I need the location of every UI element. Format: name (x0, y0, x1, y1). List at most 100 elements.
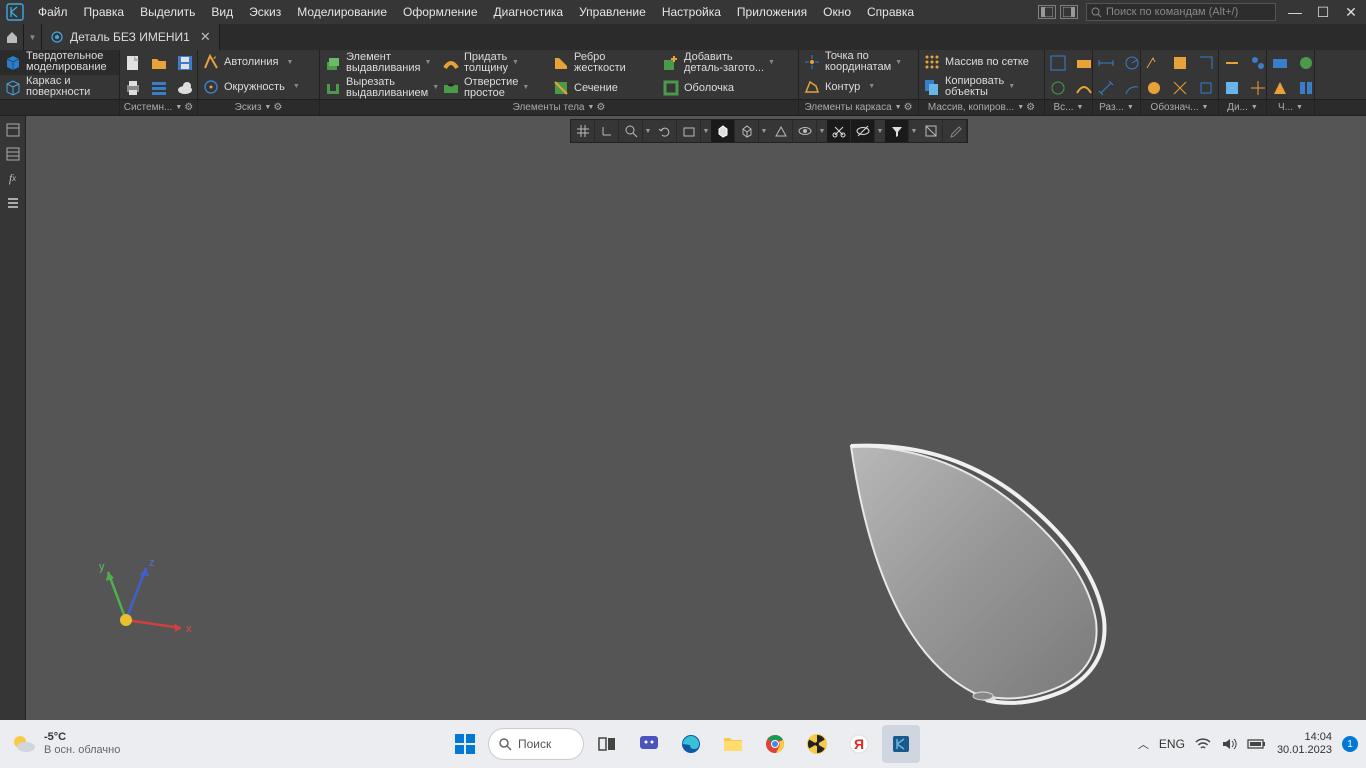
diag-1[interactable] (1219, 50, 1245, 75)
open-button[interactable] (146, 50, 172, 75)
edge-button[interactable] (672, 725, 710, 763)
hole-button[interactable]: Отверстиепростое▼ (438, 75, 548, 100)
print-button[interactable] (120, 75, 146, 100)
menu-design[interactable]: Оформление (395, 0, 485, 24)
ann-5[interactable] (1167, 75, 1193, 100)
misc-2[interactable] (1293, 50, 1319, 75)
menu-modeling[interactable]: Моделирование (289, 0, 395, 24)
yandex-button[interactable]: Я (840, 725, 878, 763)
menu-window[interactable]: Окно (815, 0, 859, 24)
kompas-taskbar-button[interactable] (882, 725, 920, 763)
contour-button[interactable]: Контур▼ (799, 75, 918, 100)
band-diag[interactable]: Ди...▼ (1219, 100, 1267, 115)
cut-extrude-button[interactable]: Вырезатьвыдавливанием▼ (320, 75, 438, 100)
band-ann[interactable]: Обознач...▼ (1141, 100, 1219, 115)
save-button[interactable] (172, 50, 198, 75)
layout-toggle-1-icon[interactable] (1038, 5, 1056, 19)
visibility-button[interactable] (793, 120, 817, 142)
weather-widget[interactable]: -5°CВ осн. облачно (0, 731, 130, 757)
trim-button[interactable] (827, 120, 851, 142)
volume-icon[interactable] (1221, 737, 1237, 751)
band-system[interactable]: Системн...▼⚙ (120, 100, 198, 115)
close-button[interactable]: ✕ (1340, 4, 1362, 21)
ann-6[interactable] (1193, 75, 1219, 100)
array-grid-button[interactable]: Массив по сетке (919, 50, 1044, 75)
tray-language[interactable]: ENG (1159, 737, 1185, 751)
taskbar-search[interactable]: Поиск (488, 728, 584, 760)
menu-settings[interactable]: Настройка (654, 0, 729, 24)
start-button[interactable] (446, 725, 484, 763)
color-picker-button[interactable] (943, 120, 967, 142)
aux-1[interactable] (1045, 50, 1071, 75)
document-tab[interactable]: Деталь БЕЗ ИМЕНИ1 ✕ (42, 24, 220, 50)
thicken-button[interactable]: Придатьтолщину▼ (438, 50, 548, 75)
circle-button[interactable]: Окружность▼ (198, 75, 319, 100)
vars-panel-button[interactable]: fx (3, 168, 23, 188)
chat-button[interactable] (630, 725, 668, 763)
menu-help[interactable]: Справка (859, 0, 922, 24)
menu-file[interactable]: Файл (30, 0, 76, 24)
zoom-button[interactable] (619, 120, 643, 142)
explorer-button[interactable] (714, 725, 752, 763)
rib-button[interactable]: Реброжесткости (548, 50, 658, 75)
misc-4[interactable] (1293, 75, 1319, 100)
layout-toggle-2-icon[interactable] (1060, 5, 1078, 19)
params-panel-button[interactable] (3, 144, 23, 164)
band-sketch[interactable]: Эскиз▼⚙ (198, 100, 320, 115)
home-tab[interactable] (0, 24, 24, 50)
chrome-button[interactable] (756, 725, 794, 763)
maximize-button[interactable]: ☐ (1312, 4, 1334, 21)
wireframe-mode[interactable]: Каркас иповерхности (0, 75, 119, 100)
tree-panel-button[interactable] (3, 120, 23, 140)
close-tab-button[interactable]: ✕ (200, 29, 211, 45)
extrude-button[interactable]: Элементвыдавливания▼ (320, 50, 438, 75)
ann-4[interactable] (1141, 75, 1167, 100)
menu-manage[interactable]: Управление (571, 0, 654, 24)
orient-button[interactable] (677, 120, 701, 142)
tray-chevron[interactable]: ︿ (1138, 736, 1149, 752)
hide-button[interactable] (851, 120, 875, 142)
copy-objects-button[interactable]: Копироватьобъекты▼ (919, 75, 1044, 100)
aux-3[interactable] (1045, 75, 1071, 100)
misc-3[interactable] (1267, 75, 1293, 100)
grid-toggle[interactable] (571, 120, 595, 142)
misc-1[interactable] (1267, 50, 1293, 75)
task-view-button[interactable] (588, 725, 626, 763)
app-nuclear-button[interactable] (798, 725, 836, 763)
tab-dropdown[interactable]: ▼ (24, 24, 42, 50)
perspective-button[interactable] (769, 120, 793, 142)
notification-badge[interactable]: 1 (1342, 736, 1358, 752)
battery-icon[interactable] (1247, 738, 1267, 750)
autoline-button[interactable]: Автолиния▼ (198, 50, 319, 75)
shell-button[interactable]: Оболочка (658, 75, 786, 100)
menu-view[interactable]: Вид (203, 0, 241, 24)
dim-3[interactable] (1093, 75, 1119, 100)
menu-select[interactable]: Выделить (132, 0, 203, 24)
ann-1[interactable] (1141, 50, 1167, 75)
more-panel-button[interactable] (3, 192, 23, 212)
menu-diagnostics[interactable]: Диагностика (486, 0, 572, 24)
filter-button[interactable] (885, 120, 909, 142)
dim-1[interactable] (1093, 50, 1119, 75)
band-frame[interactable]: Элементы каркаса▼⚙ (799, 100, 919, 115)
wireframe-button[interactable] (735, 120, 759, 142)
ucs-button[interactable] (595, 120, 619, 142)
band-dim[interactable]: Раз...▼ (1093, 100, 1141, 115)
menu-sketch[interactable]: Эскиз (241, 0, 289, 24)
section-view-button[interactable] (919, 120, 943, 142)
rotate-button[interactable] (653, 120, 677, 142)
cloud-button[interactable] (172, 75, 198, 100)
minimize-button[interactable]: — (1284, 4, 1306, 20)
shaded-edges-button[interactable] (711, 120, 735, 142)
band-aux[interactable]: Вс...▼ (1045, 100, 1093, 115)
point-coord-button[interactable]: Точка покоординатам▼ (799, 50, 918, 75)
new-doc-button[interactable] (120, 50, 146, 75)
clock[interactable]: 14:0430.01.2023 (1277, 731, 1332, 757)
wifi-icon[interactable] (1195, 737, 1211, 751)
properties-button[interactable] (146, 75, 172, 100)
ann-3[interactable] (1193, 50, 1219, 75)
section-button[interactable]: Сечение (548, 75, 658, 100)
diag-3[interactable] (1219, 75, 1245, 100)
band-misc[interactable]: Ч...▼ (1267, 100, 1315, 115)
band-array[interactable]: Массив, копиров...▼⚙ (919, 100, 1045, 115)
